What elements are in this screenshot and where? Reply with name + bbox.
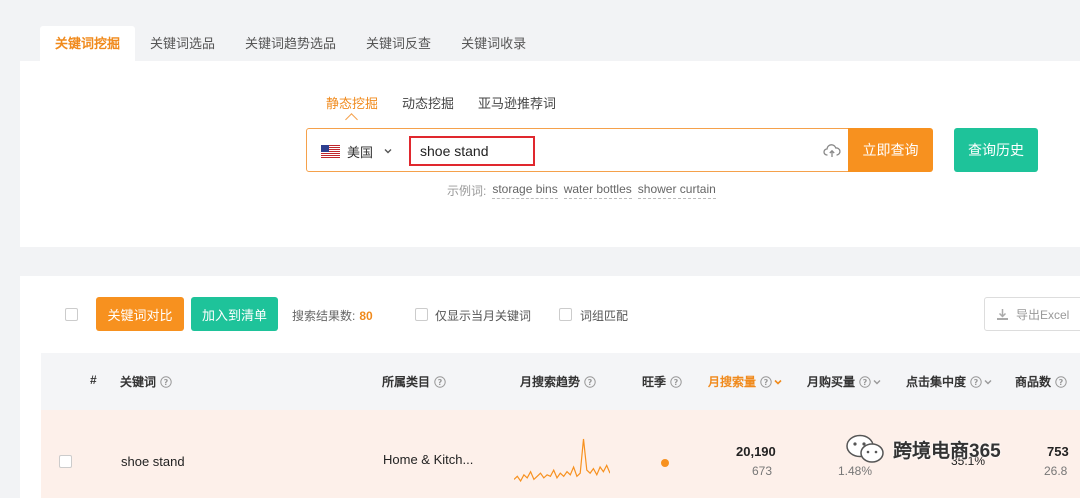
svg-text:?: ? [438, 378, 443, 387]
row-category: Home & Kitch... [383, 452, 474, 467]
export-excel-button[interactable]: 导出Excel [984, 297, 1080, 331]
query-now-button[interactable]: 立即查询 [848, 128, 933, 172]
svg-text:?: ? [974, 378, 979, 387]
row-monthly-purchase-sub: 1.48% [838, 464, 873, 478]
svg-text:?: ? [1059, 378, 1064, 387]
select-all-checkbox[interactable] [65, 308, 78, 321]
peak-season-indicator [661, 459, 669, 467]
sort-icon[interactable] [984, 378, 992, 386]
current-month-checkbox[interactable] [415, 308, 428, 321]
svg-text:?: ? [674, 378, 679, 387]
col-keyword: 关键词 ? [120, 373, 172, 390]
help-icon[interactable]: ? [584, 375, 596, 388]
cloud-upload-icon[interactable] [823, 143, 841, 159]
col-trend: 月搜索趋势 ? [520, 373, 596, 390]
chevron-down-icon [384, 149, 392, 154]
examples-label: 示例词: [447, 184, 487, 198]
example-keyword[interactable]: water bottles [563, 182, 632, 199]
example-keywords: 示例词: storage bins water bottles shower c… [447, 182, 716, 199]
col-peak-label: 旺季 [642, 375, 667, 389]
results-toolbar: 关键词对比 加入到清单 搜索结果数: 80 仅显示当月关键词 词组匹配 导出Exc… [20, 297, 1080, 331]
query-history-button[interactable]: 查询历史 [954, 128, 1038, 172]
col-click-concentration[interactable]: 点击集中度 ? [906, 373, 992, 390]
download-icon [997, 308, 1008, 320]
help-icon[interactable]: ? [670, 375, 682, 388]
result-count: 搜索结果数: 80 [292, 307, 373, 324]
example-keyword[interactable]: storage bins [492, 182, 558, 199]
result-count-value: 80 [359, 309, 373, 323]
row-checkbox[interactable] [59, 455, 72, 468]
svg-text:?: ? [863, 378, 868, 387]
tab-keyword-trend-selection[interactable]: 关键词趋势选品 [230, 26, 351, 62]
search-mode-tabs: 静态挖掘 动态挖掘 亚马逊推荐词 [326, 93, 580, 112]
export-label: 导出Excel [1016, 307, 1070, 322]
us-flag-icon [321, 144, 340, 158]
phrase-match-checkbox[interactable] [559, 308, 572, 321]
help-icon[interactable]: ? [970, 375, 982, 388]
table-header: # 关键词 ? 所属类目 ? 月搜索趋势 ? 旺季 ? 月搜索量 ? 月购买量 … [41, 353, 1080, 410]
result-count-label: 搜索结果数: [292, 309, 356, 323]
current-month-option-label[interactable]: 仅显示当月关键词 [435, 307, 531, 324]
country-select[interactable]: 美国 [321, 141, 393, 161]
tab-keyword-indexing[interactable]: 关键词收录 [446, 26, 541, 62]
watermark-text: 跨境电商365 [893, 440, 1001, 462]
col-click-concentration-label: 点击集中度 [906, 375, 967, 389]
search-panel: 静态挖掘 动态挖掘 亚马逊推荐词 美国 shoe stand 立即查询 查询历史… [20, 61, 1080, 247]
tab-keyword-product-selection[interactable]: 关键词选品 [135, 26, 230, 62]
sort-icon[interactable] [873, 378, 881, 386]
col-monthly-purchase[interactable]: 月购买量 ? [807, 373, 881, 390]
search-trend-sparkline [514, 438, 610, 483]
main-tabs: 关键词挖掘 关键词选品 关键词趋势选品 关键词反查 关键词收录 [40, 26, 541, 62]
svg-text:?: ? [588, 378, 593, 387]
row-product-count-sub: 26.8 [1044, 464, 1068, 478]
tab-keyword-reverse-lookup[interactable]: 关键词反查 [351, 26, 446, 62]
row-monthly-search: 20,190 [736, 444, 776, 459]
help-icon[interactable]: ? [1055, 375, 1067, 388]
phrase-match-option-label[interactable]: 词组匹配 [580, 307, 628, 324]
col-keyword-label: 关键词 [120, 375, 157, 389]
col-monthly-search-label: 月搜索量 [708, 375, 757, 389]
help-icon[interactable]: ? [859, 375, 871, 388]
trend-line [514, 438, 610, 483]
col-monthly-search[interactable]: 月搜索量 ? [708, 373, 782, 390]
col-monthly-purchase-label: 月购买量 [807, 375, 856, 389]
row-monthly-search-sub: 673 [752, 464, 773, 478]
subtab-dynamic-mining[interactable]: 动态挖掘 [402, 93, 454, 112]
col-product-count-label: 商品数 [1015, 375, 1052, 389]
help-icon[interactable]: ? [434, 375, 446, 388]
search-box: 美国 [306, 128, 850, 172]
col-index: # [90, 373, 97, 387]
col-product-count[interactable]: 商品数 ? [1015, 373, 1067, 390]
col-category-label: 所属类目 [382, 375, 431, 389]
example-keyword[interactable]: shower curtain [637, 182, 716, 199]
col-trend-label: 月搜索趋势 [520, 375, 581, 389]
col-peak-season: 旺季 ? [642, 373, 682, 390]
wechat-icon [846, 434, 884, 463]
keyword-compare-button[interactable]: 关键词对比 [96, 297, 184, 331]
add-to-list-button[interactable]: 加入到清单 [191, 297, 278, 331]
row-keyword[interactable]: shoe stand [121, 454, 185, 469]
svg-text:?: ? [164, 378, 169, 387]
help-icon[interactable]: ? [160, 375, 172, 388]
subtab-static-mining[interactable]: 静态挖掘 [326, 93, 378, 112]
row-product-count: 753 [1047, 444, 1069, 459]
subtab-amazon-recommended[interactable]: 亚马逊推荐词 [478, 93, 556, 112]
help-icon[interactable]: ? [760, 375, 772, 388]
sort-desc-icon[interactable] [774, 378, 782, 386]
tab-keyword-mining[interactable]: 关键词挖掘 [40, 26, 136, 62]
keyword-search-input[interactable] [409, 136, 535, 166]
country-label: 美国 [347, 144, 374, 160]
col-category: 所属类目 ? [382, 373, 446, 390]
watermark: 跨境电商365 [845, 433, 1001, 465]
svg-text:?: ? [764, 378, 769, 387]
